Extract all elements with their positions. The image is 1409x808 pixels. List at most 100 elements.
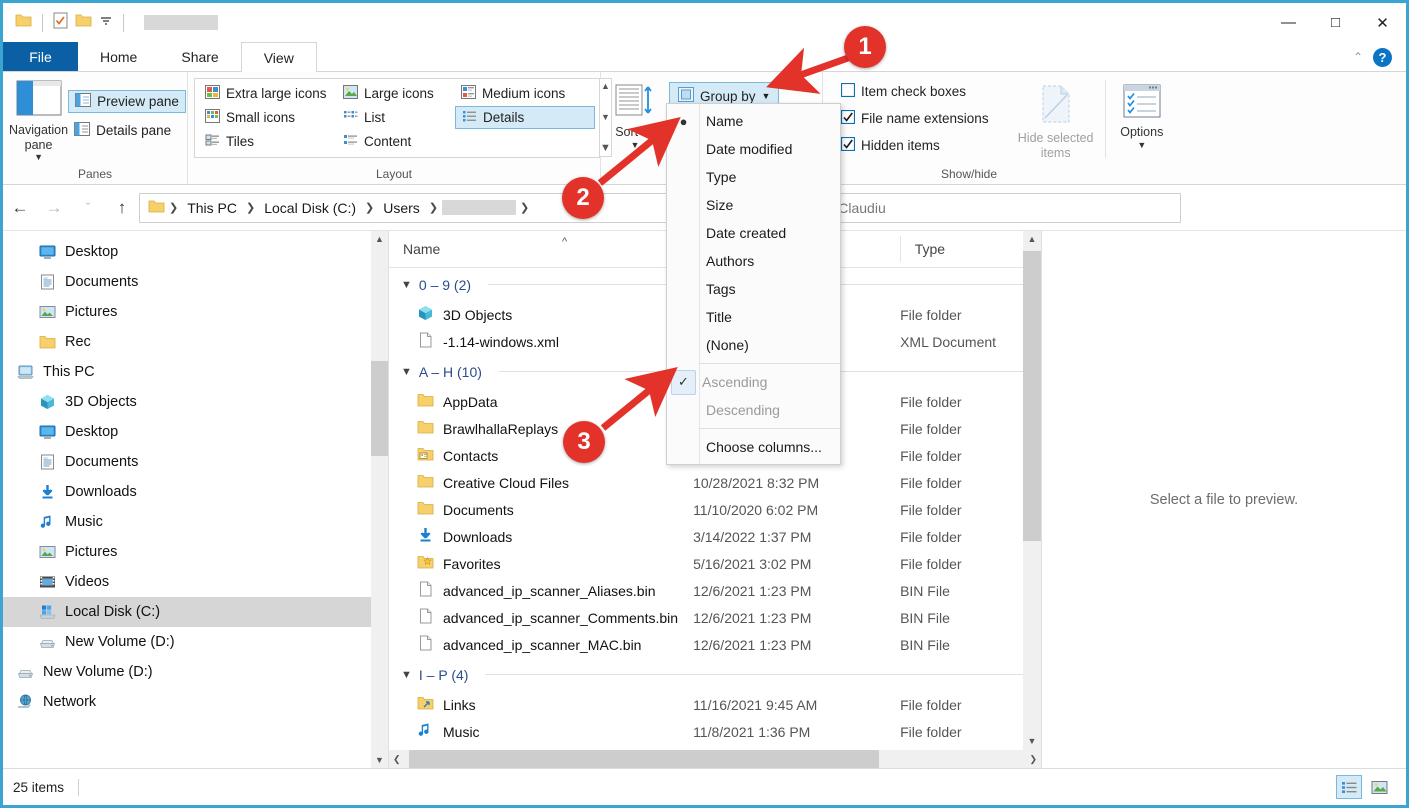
minimize-button[interactable]: — [1265, 3, 1312, 42]
sidebar-item-videos[interactable]: Videos [3, 567, 388, 597]
breadcrumb-separator[interactable]: ❯ [518, 201, 531, 214]
chevron-down-icon[interactable]: ▼ [401, 669, 412, 681]
details-view-icon[interactable] [1336, 775, 1362, 799]
sidebar-item-rec[interactable]: Rec [3, 327, 388, 357]
file-name-cell[interactable]: AppData [389, 392, 691, 411]
breadcrumb-separator[interactable]: ❯ [244, 201, 257, 214]
sidebar-item-downloads[interactable]: Downloads [3, 477, 388, 507]
chevron-down-icon[interactable]: ▼ [401, 366, 412, 378]
table-row[interactable]: Links11/16/2021 9:45 AMFile folder [389, 691, 1041, 718]
chevron-down-icon[interactable]: ▼ [34, 152, 43, 162]
navigation-scroll-thumb[interactable] [371, 361, 388, 456]
sidebar-item-3d-objects[interactable]: 3D Objects [3, 387, 388, 417]
sort-by-button[interactable]: Sort by ▼ [607, 80, 663, 150]
new-folder-icon[interactable] [75, 13, 92, 33]
sidebar-item-desktop[interactable]: Desktop [3, 417, 388, 447]
file-name-cell[interactable]: Documents [389, 500, 691, 519]
sidebar-item-music[interactable]: Music [3, 507, 388, 537]
large-icons-view-icon[interactable] [1366, 775, 1392, 799]
sidebar-item-desktop[interactable]: Desktop [3, 237, 388, 267]
file-name-cell[interactable]: advanced_ip_scanner_MAC.bin [389, 635, 691, 654]
breadcrumb-separator[interactable]: ❯ [427, 201, 440, 214]
sidebar-item-network[interactable]: Network [3, 687, 388, 717]
recent-locations-button[interactable]: ˇ [71, 185, 105, 231]
breadcrumb-local-disk[interactable]: Local Disk (C:) [259, 198, 361, 218]
tab-view[interactable]: View [241, 42, 317, 72]
sidebar-item-documents[interactable]: Documents [3, 267, 388, 297]
group-by-descending[interactable]: Descending [667, 396, 840, 424]
breadcrumb-separator[interactable]: ❯ [363, 201, 376, 214]
table-row[interactable]: Creative Cloud Files10/28/2021 8:32 PMFi… [389, 469, 1041, 496]
sidebar-item-local-disk-c[interactable]: Local Disk (C:) [3, 597, 388, 627]
file-name-cell[interactable]: BrawlhallaReplays [389, 419, 691, 438]
preview-pane-button[interactable]: Preview pane [68, 90, 186, 113]
sidebar-item-documents[interactable]: Documents [3, 447, 388, 477]
file-list-scroll-thumb[interactable] [1023, 251, 1041, 541]
back-button[interactable]: ← [3, 185, 37, 231]
table-row[interactable]: Documents11/10/2020 6:02 PMFile folder [389, 496, 1041, 523]
table-row[interactable]: Downloads3/14/2022 1:37 PMFile folder [389, 523, 1041, 550]
hidden-items-checkbox[interactable]: Hidden items [835, 134, 1013, 157]
group-by-option-none[interactable]: (None) [667, 331, 840, 359]
properties-icon[interactable] [53, 12, 68, 34]
navigation-pane-button[interactable]: Navigation pane ▼ [9, 76, 68, 162]
layout-details[interactable]: Details [455, 106, 595, 129]
breadcrumb-separator[interactable]: ❯ [167, 201, 180, 214]
sidebar-item-new-volume-d[interactable]: New Volume (D:) [3, 657, 388, 687]
options-chevron-icon[interactable]: ▼ [1137, 140, 1146, 150]
sort-by-chevron-icon[interactable]: ▼ [631, 140, 640, 150]
group-by-ascending[interactable]: ✓ Ascending [667, 368, 840, 396]
tab-home[interactable]: Home [78, 42, 159, 71]
column-header-name[interactable]: Name [389, 236, 690, 262]
breadcrumb-user-redacted[interactable] [442, 200, 516, 215]
group-by-option-date-created[interactable]: Date created [667, 219, 840, 247]
table-row[interactable]: advanced_ip_scanner_Aliases.bin12/6/2021… [389, 577, 1041, 604]
file-name-cell[interactable]: Links [389, 695, 691, 714]
tab-file[interactable]: File [3, 42, 78, 71]
sidebar-item-this-pc[interactable]: This PC [3, 357, 388, 387]
collapse-ribbon-icon[interactable]: ⌃ [1353, 50, 1363, 64]
layout-small-icons[interactable]: Small icons [199, 106, 337, 129]
nav-scroll-down-icon[interactable]: ▼ [375, 755, 384, 768]
customize-qat-icon[interactable] [99, 14, 113, 32]
item-check-boxes-checkbox[interactable]: Item check boxes [835, 80, 1013, 103]
sidebar-item-pictures[interactable]: Pictures [3, 297, 388, 327]
file-name-cell[interactable]: Creative Cloud Files [389, 473, 691, 492]
breadcrumb[interactable]: ❯ This PC ❯ Local Disk (C:) ❯ Users ❯ ❯ … [139, 193, 711, 223]
maximize-button[interactable]: □ [1312, 3, 1359, 42]
details-pane-button[interactable]: Details pane [68, 119, 186, 142]
up-button[interactable]: ↑ [105, 185, 139, 231]
layout-list[interactable]: List [337, 106, 455, 129]
file-name-cell[interactable]: Contacts [389, 446, 691, 465]
table-row[interactable]: advanced_ip_scanner_Comments.bin12/6/202… [389, 604, 1041, 631]
table-row[interactable]: Music11/8/2021 1:36 PMFile folder [389, 718, 1041, 745]
layout-content[interactable]: Content [337, 130, 455, 153]
group-by-option-tags[interactable]: Tags [667, 275, 840, 303]
group-by-option-size[interactable]: Size [667, 191, 840, 219]
file-name-cell[interactable]: -1.14-windows.xml [389, 332, 691, 351]
chevron-down-icon[interactable]: ▼ [401, 279, 412, 291]
file-name-cell[interactable]: Downloads [389, 527, 691, 546]
group-by-option-name[interactable]: ●Name [667, 107, 840, 135]
options-button[interactable]: Options ▼ [1112, 80, 1172, 150]
forward-button[interactable]: → [37, 185, 71, 231]
close-button[interactable]: ✕ [1359, 3, 1406, 42]
file-name-cell[interactable]: Favorites [389, 554, 691, 573]
layout-large-icons[interactable]: Large icons [337, 82, 455, 105]
table-row[interactable]: Favorites5/16/2021 3:02 PMFile folder [389, 550, 1041, 577]
nav-scroll-up-icon[interactable]: ▲ [375, 231, 384, 244]
file-name-cell[interactable]: advanced_ip_scanner_Aliases.bin [389, 581, 691, 600]
file-group-header[interactable]: ▼I – P (4) [389, 658, 1041, 691]
breadcrumb-users[interactable]: Users [378, 198, 425, 218]
layout-tiles[interactable]: Tiles [199, 130, 337, 153]
breadcrumb-this-pc[interactable]: This PC [182, 198, 242, 218]
group-by-option-date-modified[interactable]: Date modified [667, 135, 840, 163]
column-header-type[interactable]: Type [900, 236, 1041, 262]
file-name-cell[interactable]: Music [389, 722, 691, 741]
layout-medium-icons[interactable]: Medium icons [455, 82, 595, 105]
group-by-option-authors[interactable]: Authors [667, 247, 840, 275]
navigation-scrollbar[interactable]: ▲ ▼ [371, 231, 388, 768]
group-by-chevron-icon[interactable]: ▼ [762, 91, 771, 101]
file-name-cell[interactable]: advanced_ip_scanner_Comments.bin [389, 608, 691, 627]
file-scroll-right-icon[interactable]: ❯ [1029, 754, 1041, 765]
